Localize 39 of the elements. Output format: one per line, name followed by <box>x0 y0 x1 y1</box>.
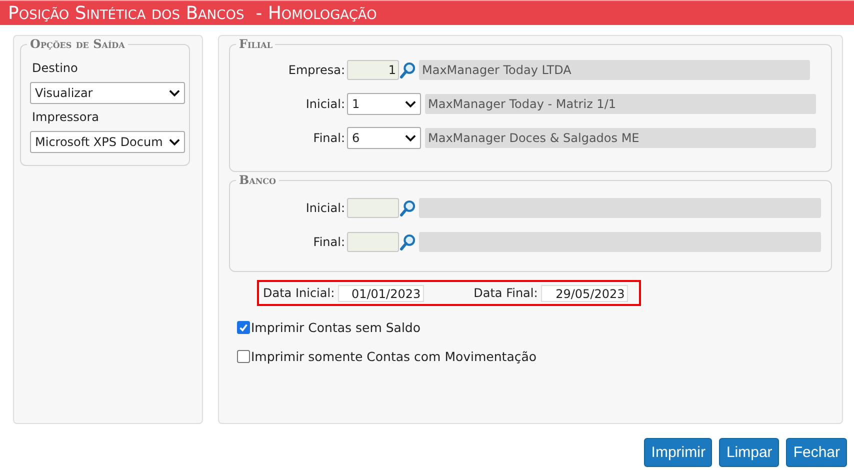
field-label: Impressora <box>32 110 100 124</box>
action-button[interactable]: Limpar <box>719 438 780 467</box>
description-field: MaxManager Today LTDA <box>419 60 810 80</box>
search-icon[interactable] <box>400 200 415 216</box>
checkbox-label: Imprimir Contas sem Saldo <box>251 320 421 335</box>
field-label: Final: <box>312 235 345 249</box>
code-field[interactable]: 1 <box>347 60 399 80</box>
action-button[interactable]: Fechar <box>786 438 847 467</box>
date-label: Data Final: <box>474 286 538 300</box>
field-label: Inicial: <box>304 201 345 215</box>
dropdown[interactable]: Microsoft XPS Docum <box>30 131 185 153</box>
date-field[interactable]: 29/05/2023 <box>540 284 628 302</box>
search-icon[interactable] <box>400 234 415 250</box>
code-field[interactable] <box>347 232 399 252</box>
search-icon[interactable] <box>400 62 415 78</box>
date-label: Data Inicial: <box>263 286 335 300</box>
chevron-down-icon <box>405 134 416 142</box>
description-field: MaxManager Today - Matriz 1/1 <box>425 94 816 114</box>
code-field[interactable] <box>347 198 399 218</box>
page-title: Posição Sintética dos Bancos - Homologação <box>0 0 854 25</box>
action-button[interactable]: Imprimir <box>644 438 712 467</box>
checkbox-label: Imprimir somente Contas com Movimentação <box>251 349 537 364</box>
field-label: Inicial: <box>304 97 345 111</box>
checkbox[interactable] <box>237 321 250 334</box>
chevron-down-icon <box>405 100 416 108</box>
chevron-down-icon <box>169 138 180 146</box>
date-field[interactable]: 01/01/2023 <box>338 284 424 302</box>
group-legend: Filial <box>236 37 276 51</box>
field-label: Final: <box>312 131 345 145</box>
field-label: Empresa: <box>287 63 345 77</box>
dropdown[interactable]: 1 <box>347 93 421 115</box>
description-field: MaxManager Doces & Salgados ME <box>425 128 816 148</box>
chevron-down-icon <box>169 89 180 97</box>
checkbox[interactable] <box>237 350 250 363</box>
group-legend: Opções de Saída <box>27 37 128 51</box>
dropdown[interactable]: Visualizar <box>30 82 185 104</box>
group-legend: Banco <box>236 173 279 187</box>
field-label: Destino <box>32 61 79 75</box>
dropdown[interactable]: 6 <box>347 127 421 149</box>
